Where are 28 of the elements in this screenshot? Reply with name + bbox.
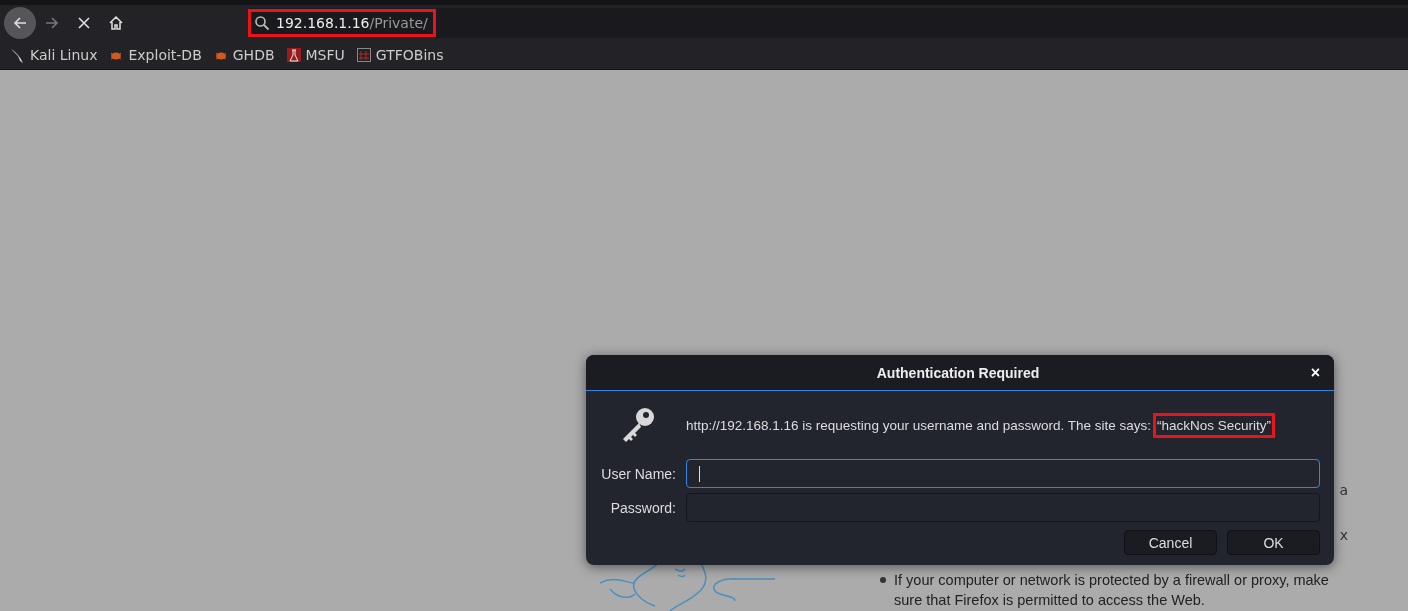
bookmark-item[interactable]: GHDB [212,46,275,63]
address-bar[interactable]: 192.168.1.16/Private/ [248,7,1408,38]
ok-button[interactable]: OK [1227,530,1320,555]
grid-icon [355,46,372,63]
back-button[interactable] [4,6,36,39]
dialog-message: http://192.168.1.16 is requesting your username and password. The site says: [686,417,1152,433]
bookmark-item[interactable]: GTFOBins [355,46,444,63]
url-text: 192.168.1.16/Private/ [276,14,428,31]
text-fragment: a [1339,481,1348,500]
back-arrow-icon [12,14,28,31]
realm-text: “hackNos Security” [1155,414,1274,436]
field-label: Password: [609,499,676,516]
field-label: User Name: [600,465,676,482]
text-fragment: x [1339,526,1348,545]
search-icon [254,14,270,31]
dialog-title: Authentication Required [876,364,1040,381]
bookmark-item[interactable]: Kali Linux [10,46,98,63]
forward-arrow-icon [44,14,60,31]
home-icon [108,14,124,31]
close-icon [76,14,92,31]
input-field[interactable] [686,459,1320,488]
cancel-button[interactable]: Cancel [1124,530,1217,555]
flask-icon [285,46,302,63]
close-button[interactable]: × [1039,363,1324,382]
error-hint-text: If your computer or network is protected by a firewall or proxy, make sure that Firefox is permitted to access the Web. [894,571,1330,610]
bullet-icon [880,577,886,583]
bookmark-item[interactable]: Exploit-DB [108,46,202,63]
bookmark-item[interactable]: MSFU [285,46,345,63]
